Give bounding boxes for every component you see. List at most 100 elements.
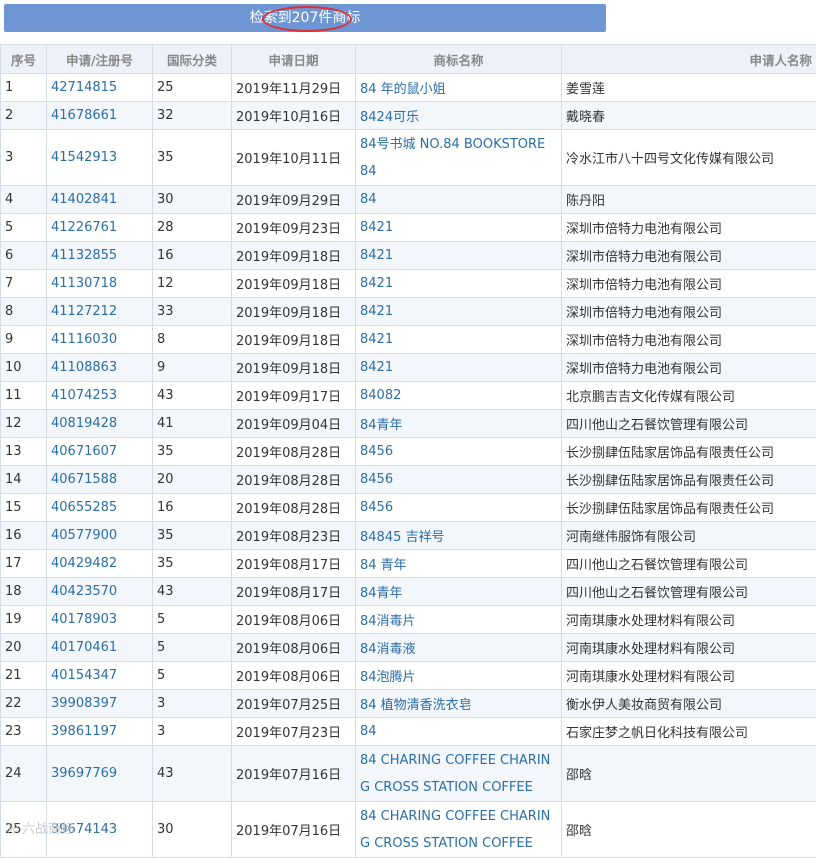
- trademark-name-link[interactable]: 84号书城 NO.84 BOOKSTORE 84: [356, 130, 562, 186]
- registration-number-link[interactable]: 41127212: [47, 298, 153, 326]
- registration-number-link-text[interactable]: 40671588: [51, 472, 117, 487]
- registration-number-link-text[interactable]: 40655285: [51, 500, 117, 515]
- registration-number-link[interactable]: 41132855: [47, 242, 153, 270]
- registration-number-link[interactable]: 41130718: [47, 270, 153, 298]
- registration-number-link[interactable]: 40655285: [47, 494, 153, 522]
- registration-number-link[interactable]: 40178903: [47, 606, 153, 634]
- application-date-cell: 2019年08月17日: [232, 550, 356, 578]
- trademark-name-link[interactable]: 84 CHARING COFFEE CHARING CROSS STATION …: [356, 746, 562, 802]
- registration-number-link-text[interactable]: 39861197: [51, 724, 117, 739]
- trademark-name-link-text[interactable]: 84 植物清香洗衣皂: [360, 698, 472, 713]
- trademark-name-link[interactable]: 8456: [356, 466, 562, 494]
- trademark-name-link[interactable]: 84青年: [356, 410, 562, 438]
- trademark-name-link[interactable]: 84: [356, 186, 562, 214]
- trademark-name-link-text[interactable]: 8421: [360, 248, 393, 263]
- trademark-name-link[interactable]: 84青年: [356, 578, 562, 606]
- registration-number-link[interactable]: 40819428: [47, 410, 153, 438]
- trademark-name-link-text[interactable]: 8456: [360, 472, 393, 487]
- trademark-name-link[interactable]: 84泡腾片: [356, 662, 562, 690]
- registration-number-link[interactable]: 41678661: [47, 102, 153, 130]
- registration-number-link-text[interactable]: 40423570: [51, 584, 117, 599]
- registration-number-link[interactable]: 39861197: [47, 718, 153, 746]
- registration-number-link[interactable]: 41542913: [47, 130, 153, 186]
- search-result-banner[interactable]: 检索到207件商标: [4, 4, 606, 32]
- registration-number-link[interactable]: 40671607: [47, 438, 153, 466]
- trademark-name-link-text[interactable]: 84号书城 NO.84 BOOKSTORE 84: [360, 137, 545, 179]
- trademark-name-link[interactable]: 8421: [356, 214, 562, 242]
- trademark-name-link-text[interactable]: 84 CHARING COFFEE CHARING CROSS STATION …: [360, 753, 550, 795]
- registration-number-link-text[interactable]: 42714815: [51, 80, 117, 95]
- trademark-name-link[interactable]: 84: [356, 718, 562, 746]
- trademark-name-link[interactable]: 84082: [356, 382, 562, 410]
- registration-number-link[interactable]: 40577900: [47, 522, 153, 550]
- registration-number-link[interactable]: 41108863: [47, 354, 153, 382]
- trademark-name-link-text[interactable]: 84845 吉祥号: [360, 530, 445, 545]
- trademark-name-link-text[interactable]: 8424可乐: [360, 110, 419, 125]
- trademark-name-link-text[interactable]: 8456: [360, 500, 393, 515]
- registration-number-link[interactable]: 41074253: [47, 382, 153, 410]
- trademark-name-link-text[interactable]: 84 年的鼠小姐: [360, 82, 446, 97]
- registration-number-link-text[interactable]: 41130718: [51, 276, 117, 291]
- registration-number-link-text[interactable]: 40819428: [51, 416, 117, 431]
- trademark-name-link[interactable]: 8421: [356, 354, 562, 382]
- trademark-name-link-text[interactable]: 8421: [360, 304, 393, 319]
- trademark-name-link-text[interactable]: 8421: [360, 332, 393, 347]
- registration-number-link-text[interactable]: 41074253: [51, 388, 117, 403]
- trademark-name-link-text[interactable]: 8421: [360, 220, 393, 235]
- trademark-name-link-text[interactable]: 8421: [360, 360, 393, 375]
- registration-number-link-text[interactable]: 40671607: [51, 444, 117, 459]
- registration-number-link-text[interactable]: 41127212: [51, 304, 117, 319]
- trademark-name-link-text[interactable]: 84消毒液: [360, 642, 416, 657]
- trademark-name-link[interactable]: 84 CHARING COFFEE CHARING CROSS STATION …: [356, 802, 562, 858]
- registration-number-link-text[interactable]: 41402841: [51, 192, 117, 207]
- registration-number-link-text[interactable]: 40429482: [51, 556, 117, 571]
- trademark-name-link-text[interactable]: 84: [360, 724, 377, 739]
- registration-number-link-text[interactable]: 40178903: [51, 612, 117, 627]
- trademark-name-link[interactable]: 84 年的鼠小姐: [356, 74, 562, 102]
- registration-number-link[interactable]: 39908397: [47, 690, 153, 718]
- registration-number-link-text[interactable]: 41678661: [51, 108, 117, 123]
- registration-number-link[interactable]: 40154347: [47, 662, 153, 690]
- registration-number-link[interactable]: 41226761: [47, 214, 153, 242]
- trademark-name-link-text[interactable]: 84082: [360, 388, 401, 403]
- registration-number-link-text[interactable]: 41132855: [51, 248, 117, 263]
- trademark-name-link[interactable]: 8424可乐: [356, 102, 562, 130]
- registration-number-link-text[interactable]: 39908397: [51, 696, 117, 711]
- registration-number-link[interactable]: 40671588: [47, 466, 153, 494]
- trademark-name-link-text[interactable]: 8456: [360, 444, 393, 459]
- registration-number-link[interactable]: 42714815: [47, 74, 153, 102]
- trademark-name-link-text[interactable]: 84青年: [360, 586, 403, 601]
- trademark-name-link[interactable]: 8421: [356, 270, 562, 298]
- trademark-name-link-text[interactable]: 8421: [360, 276, 393, 291]
- trademark-name-link-text[interactable]: 84消毒片: [360, 614, 416, 629]
- trademark-name-link[interactable]: 84消毒液: [356, 634, 562, 662]
- registration-number-link[interactable]: 41116030: [47, 326, 153, 354]
- registration-number-link-text[interactable]: 41542913: [51, 150, 117, 165]
- trademark-name-link[interactable]: 8421: [356, 298, 562, 326]
- registration-number-link[interactable]: 40423570: [47, 578, 153, 606]
- registration-number-link-text[interactable]: 40154347: [51, 668, 117, 683]
- trademark-name-link[interactable]: 8421: [356, 242, 562, 270]
- registration-number-link-text[interactable]: 39697769: [51, 766, 117, 781]
- registration-number-link[interactable]: 40429482: [47, 550, 153, 578]
- trademark-name-link[interactable]: 84 植物清香洗衣皂: [356, 690, 562, 718]
- registration-number-link[interactable]: 40170461: [47, 634, 153, 662]
- registration-number-link-text[interactable]: 41108863: [51, 360, 117, 375]
- trademark-name-link[interactable]: 8456: [356, 438, 562, 466]
- trademark-name-link-text[interactable]: 84 青年: [360, 558, 407, 573]
- registration-number-link-text[interactable]: 40170461: [51, 640, 117, 655]
- trademark-name-link-text[interactable]: 84泡腾片: [360, 670, 416, 685]
- registration-number-link[interactable]: 41402841: [47, 186, 153, 214]
- trademark-name-link[interactable]: 84 青年: [356, 550, 562, 578]
- trademark-name-link[interactable]: 84845 吉祥号: [356, 522, 562, 550]
- trademark-name-link[interactable]: 8456: [356, 494, 562, 522]
- registration-number-link-text[interactable]: 40577900: [51, 528, 117, 543]
- registration-number-link[interactable]: 39697769: [47, 746, 153, 802]
- registration-number-link-text[interactable]: 41226761: [51, 220, 117, 235]
- trademark-name-link-text[interactable]: 84青年: [360, 418, 403, 433]
- trademark-name-link-text[interactable]: 84 CHARING COFFEE CHARING CROSS STATION …: [360, 809, 550, 851]
- trademark-name-link-text[interactable]: 84: [360, 192, 377, 207]
- trademark-name-link[interactable]: 84消毒片: [356, 606, 562, 634]
- registration-number-link-text[interactable]: 41116030: [51, 332, 117, 347]
- trademark-name-link[interactable]: 8421: [356, 326, 562, 354]
